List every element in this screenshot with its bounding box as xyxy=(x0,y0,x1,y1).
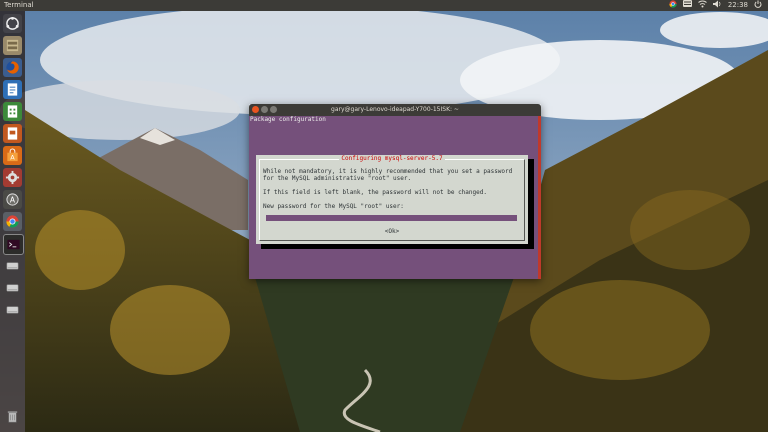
top-panel: Terminal 22:38 xyxy=(0,0,768,11)
file-cabinet-icon xyxy=(6,39,19,52)
launcher-drive-3-button[interactable] xyxy=(3,300,22,319)
ubuntu-logo-icon xyxy=(6,16,19,30)
password-prompt: New password for the MySQL "root" user: xyxy=(263,203,404,210)
impress-slide-icon xyxy=(7,127,18,140)
launcher-chrome-button[interactable] xyxy=(3,212,22,231)
chrome-icon xyxy=(6,215,19,228)
terminal-icon xyxy=(7,239,20,250)
update-icon: A xyxy=(6,193,19,206)
launcher-dash-button[interactable] xyxy=(3,14,22,33)
svg-text:A: A xyxy=(10,154,15,162)
drive-icon xyxy=(6,262,19,270)
dialog-text-line-1: While not mandatory, it is highly recomm… xyxy=(263,168,513,175)
package-config-header: Package configuration xyxy=(250,116,326,123)
active-app-title: Terminal xyxy=(4,1,34,9)
drive-icon xyxy=(6,284,19,292)
network-icon[interactable] xyxy=(697,0,707,12)
terminal-title: gary@gary-Lenovo-ideapad-Y700-15ISK: ~ xyxy=(331,106,459,113)
system-tray: 22:38 xyxy=(669,0,762,11)
terminal-titlebar[interactable]: gary@gary-Lenovo-ideapad-Y700-15ISK: ~ xyxy=(249,104,541,116)
svg-text:A: A xyxy=(10,195,16,204)
launcher-drive-2-button[interactable] xyxy=(3,278,22,297)
launcher-writer-button[interactable] xyxy=(3,80,22,99)
debconf-dialog: Configuring mysql-server-5.7 While not m… xyxy=(256,155,528,244)
power-icon[interactable] xyxy=(754,0,762,12)
launcher: A A xyxy=(0,11,25,432)
terminal-window[interactable]: gary@gary-Lenovo-ideapad-Y700-15ISK: ~ P… xyxy=(249,104,541,279)
dialog-text-line-2: for the MySQL administrative "root" user… xyxy=(263,175,412,182)
password-input[interactable] xyxy=(266,215,517,221)
launcher-calc-button[interactable] xyxy=(3,102,22,121)
gear-icon xyxy=(5,170,20,185)
launcher-drive-1-button[interactable] xyxy=(3,256,22,275)
drive-icon xyxy=(6,306,19,314)
launcher-update-button[interactable]: A xyxy=(3,190,22,209)
trash-icon xyxy=(7,411,18,423)
dialog-text-line-3: If this field is left blank, the passwor… xyxy=(263,189,487,196)
launcher-impress-button[interactable] xyxy=(3,124,22,143)
terminal-scrollbar[interactable] xyxy=(538,116,541,279)
launcher-settings-button[interactable] xyxy=(3,168,22,187)
volume-icon[interactable] xyxy=(712,0,722,12)
launcher-firefox-button[interactable] xyxy=(3,58,22,77)
dialog-title: Configuring mysql-server-5.7 xyxy=(256,155,528,162)
writer-doc-icon xyxy=(7,83,18,96)
launcher-software-center-button[interactable]: A xyxy=(3,146,22,165)
launcher-trash-button[interactable] xyxy=(3,407,22,426)
shopping-bag-icon: A xyxy=(7,148,18,162)
dialog-title-text: Configuring mysql-server-5.7 xyxy=(339,155,445,162)
launcher-terminal-button[interactable] xyxy=(3,234,24,255)
firefox-icon xyxy=(6,61,19,74)
clock[interactable]: 22:38 xyxy=(728,0,748,11)
chrome-icon[interactable] xyxy=(669,0,677,12)
keyboard-icon[interactable] xyxy=(682,0,692,11)
launcher-files-button[interactable] xyxy=(3,36,22,55)
ok-button[interactable]: <Ok> xyxy=(256,228,528,235)
terminal-body[interactable]: Package configuration Configuring mysql-… xyxy=(249,116,541,279)
calc-sheet-icon xyxy=(7,105,18,118)
